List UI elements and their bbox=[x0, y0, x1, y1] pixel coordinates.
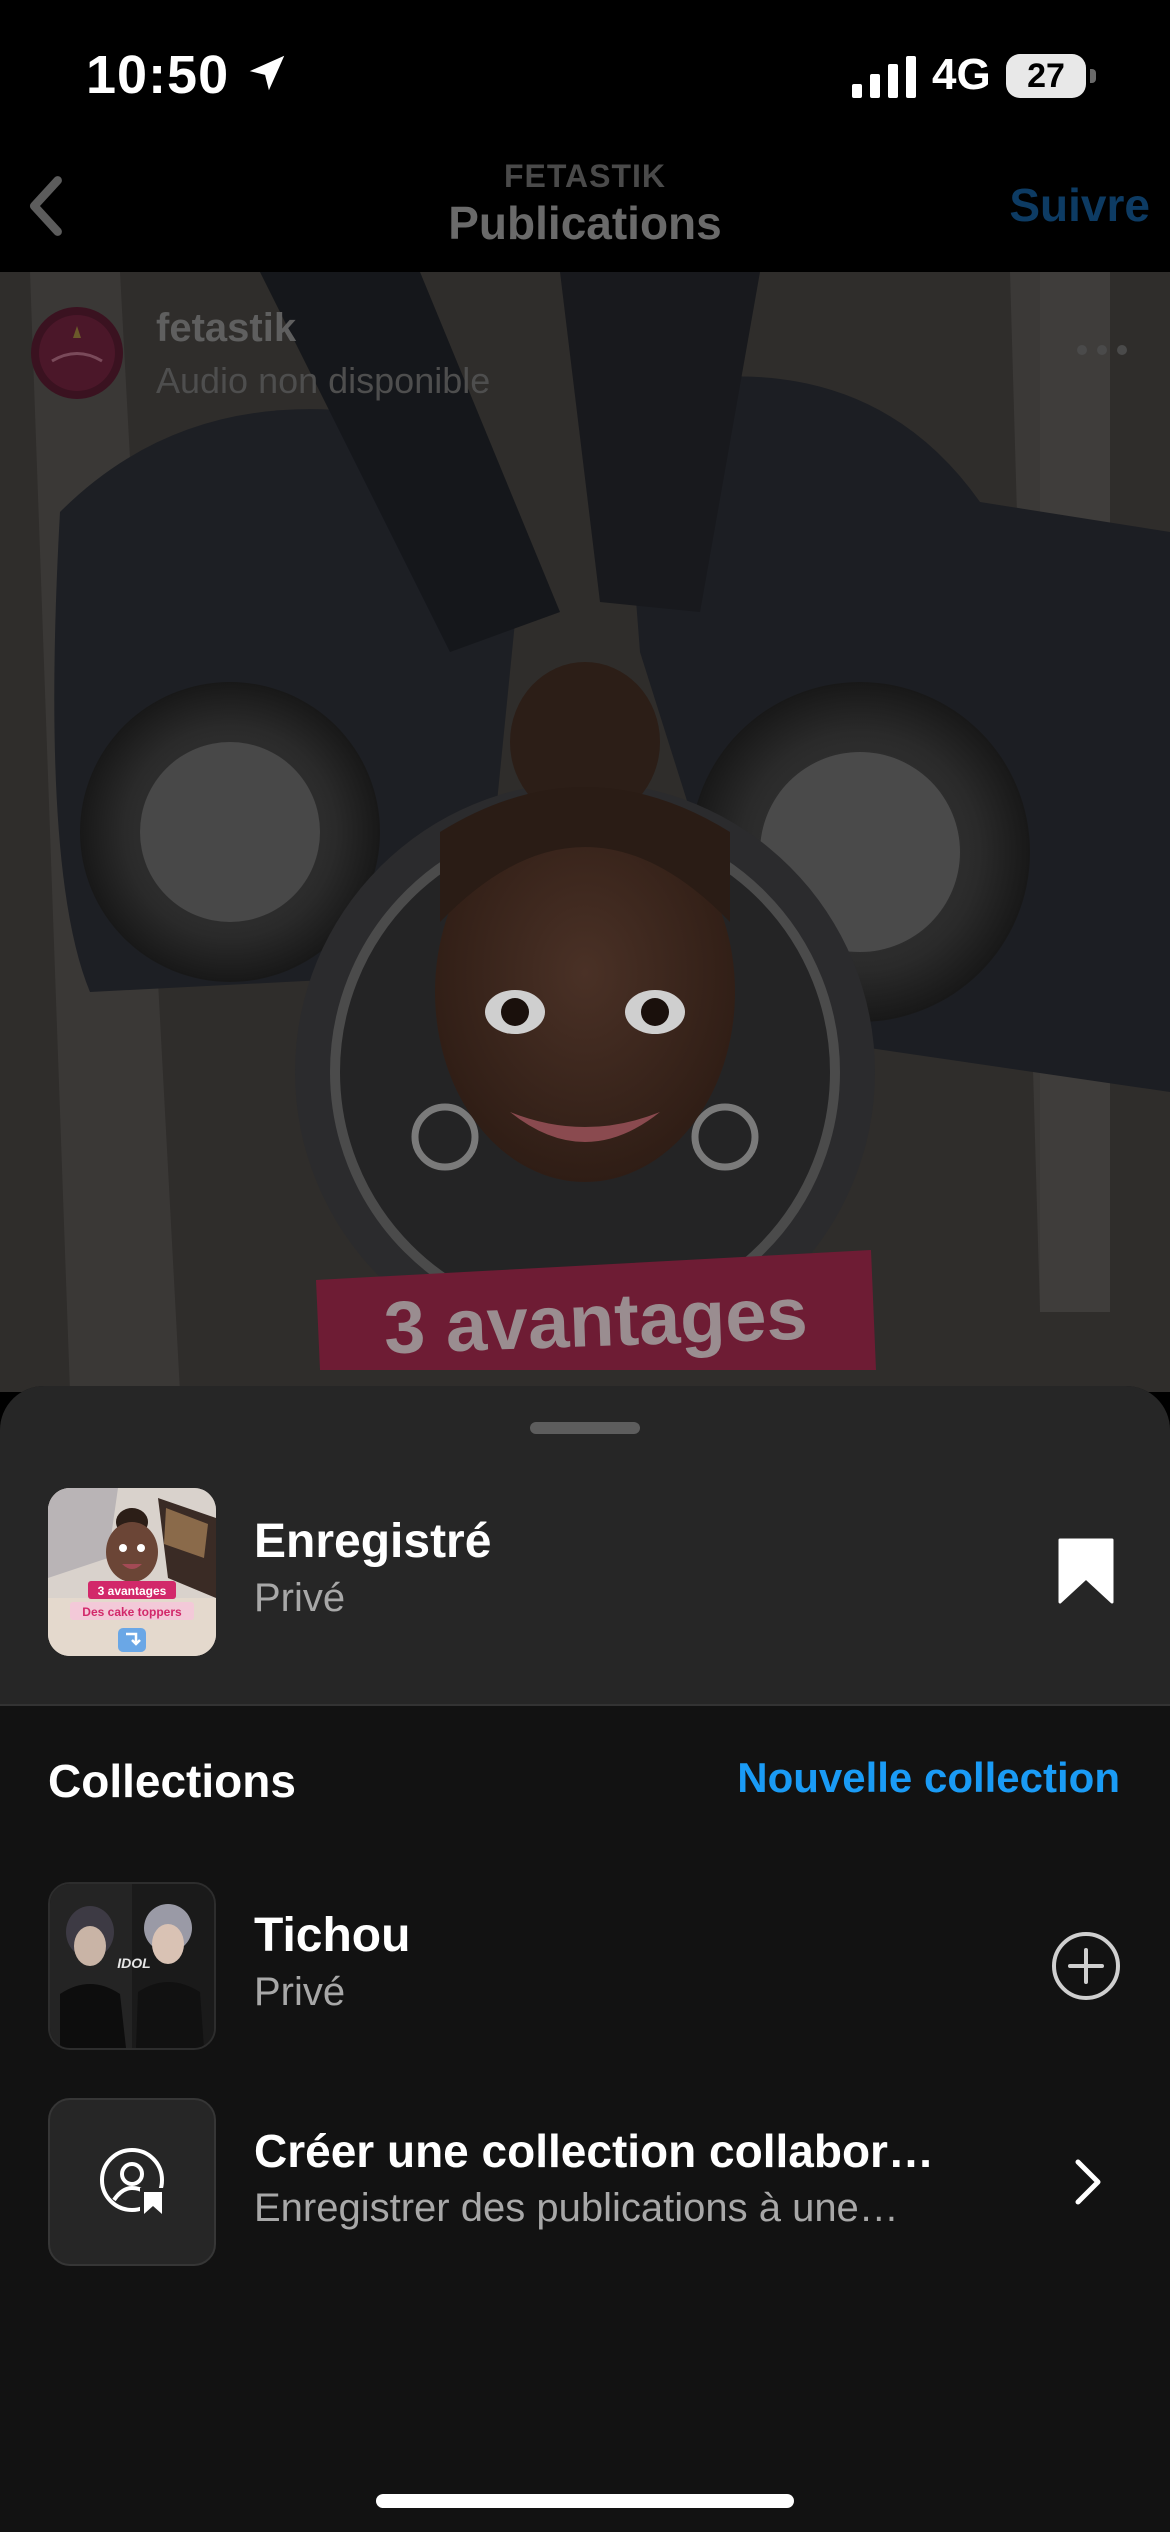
collection-privacy-tichou: Privé bbox=[254, 1970, 346, 2014]
battery-icon: 27 bbox=[1006, 54, 1096, 98]
save-bottom-sheet: 3 avantages Des cake toppers Enregistré … bbox=[0, 1386, 1170, 2532]
plus-circle-icon[interactable] bbox=[1050, 1930, 1122, 2002]
location-arrow-icon bbox=[249, 55, 285, 91]
saved-thumb-text-2: Des cake toppers bbox=[82, 1605, 182, 1619]
banner-text: 3 avantages bbox=[382, 1272, 808, 1370]
post-username[interactable]: fetastik bbox=[156, 306, 296, 351]
saved-thumb-image: 3 avantages Des cake toppers bbox=[48, 1488, 216, 1656]
collab-person-bookmark-icon bbox=[100, 2148, 166, 2218]
new-collection-button[interactable]: Nouvelle collection bbox=[700, 1754, 1120, 1802]
create-collab-collection-title[interactable]: Créer une collection collabor… bbox=[254, 2124, 1014, 2178]
create-collab-collection-subtitle: Enregistrer des publications à une… bbox=[254, 2186, 899, 2230]
saved-thumb-text-1: 3 avantages bbox=[98, 1584, 167, 1598]
saved-thumbnail[interactable]: 3 avantages Des cake toppers bbox=[48, 1488, 216, 1656]
follow-button[interactable]: Suivre bbox=[960, 178, 1150, 238]
bookmark-filled-icon[interactable] bbox=[1058, 1538, 1114, 1604]
home-indicator[interactable] bbox=[376, 2494, 794, 2508]
saved-title[interactable]: Enregistré bbox=[254, 1514, 491, 1569]
post-avatar[interactable] bbox=[30, 306, 124, 400]
post-image bbox=[0, 272, 1170, 1392]
saved-privacy: Privé bbox=[254, 1576, 346, 1620]
collab-collection-thumbnail[interactable] bbox=[48, 2098, 216, 2266]
more-horizontal-icon[interactable] bbox=[1074, 340, 1130, 360]
post-audio-label: Audio non disponible bbox=[156, 360, 491, 401]
tichou-thumb-image: IDOL bbox=[50, 1884, 214, 2048]
post-media bbox=[0, 272, 1170, 1392]
chevron-right-icon[interactable] bbox=[1070, 2154, 1106, 2210]
sheet-grabber[interactable] bbox=[530, 1422, 640, 1434]
collection-title-tichou[interactable]: Tichou bbox=[254, 1908, 410, 1963]
tichou-thumbnail[interactable]: IDOL bbox=[48, 1882, 216, 2050]
collections-heading: Collections bbox=[48, 1755, 296, 1807]
network-label: 4G bbox=[932, 50, 991, 99]
signal-bars-icon bbox=[852, 56, 916, 98]
battery-tip bbox=[1090, 69, 1096, 83]
battery-level: 27 bbox=[1006, 54, 1086, 98]
status-time: 10:50 bbox=[86, 45, 230, 105]
post-banner: 3 avantages bbox=[316, 1250, 876, 1370]
section-divider bbox=[0, 1704, 1170, 1706]
tichou-thumb-text: IDOL bbox=[117, 1955, 150, 1971]
